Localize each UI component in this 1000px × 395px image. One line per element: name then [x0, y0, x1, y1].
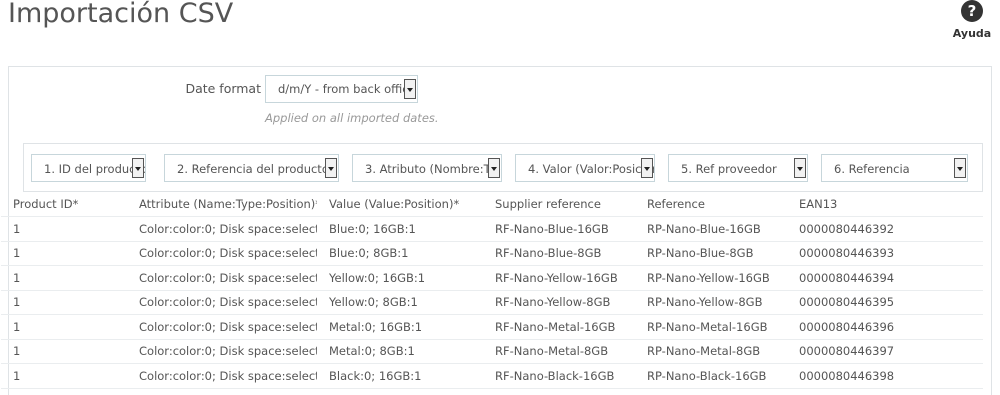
- table-cell: 0000080446394: [787, 265, 983, 291]
- table-cell: RP-Nano-Blue-8GB: [635, 241, 787, 266]
- import-panel: Date format d/m/Y - from back office App…: [1, 66, 992, 395]
- column-select-4[interactable]: 4. Valor (Valor:Posición): [515, 154, 655, 182]
- table-cell: RF-Nano-Blue-16GB: [483, 216, 635, 242]
- table-cell: RP-Nano-Yellow-16GB: [635, 265, 787, 291]
- table-cell: 1: [1, 216, 127, 242]
- column-select-value: 5. Ref proveedor: [681, 162, 777, 176]
- table-cell: Metal:0; 8GB:1: [317, 339, 483, 364]
- table-cell: RP-Nano-Metal-16GB: [635, 314, 787, 340]
- help-button[interactable]: ? Ayuda: [950, 0, 994, 40]
- chevron-down-icon: [132, 158, 144, 178]
- table-cell: 1: [1, 339, 127, 364]
- table-cell: Yellow:0; 16GB:1: [317, 265, 483, 291]
- table-cell: RF-Nano-Yellow-8GB: [483, 290, 635, 315]
- table-cell: 0000080446393: [787, 241, 983, 266]
- table-row: 1 Color:color:0; Disk space:select:1 Blu…: [1, 241, 983, 266]
- table-cell: Metal:0; 16GB:1: [317, 314, 483, 340]
- date-format-row: Date format d/m/Y - from back office App…: [9, 73, 991, 125]
- table-row: 1 Color:color:0; Disk space:select:1 Yel…: [1, 265, 983, 291]
- column-select-3[interactable]: 3. Atributo (Nombre:Tipo:Posición): [352, 154, 502, 182]
- date-format-select[interactable]: d/m/Y - from back office: [265, 75, 418, 103]
- page-title: Importación CSV: [8, 0, 234, 29]
- table-cell: 0000080446397: [787, 339, 983, 364]
- column-select-value: 4. Valor (Valor:Posición): [528, 162, 655, 176]
- table-cell: Color:color:0; Disk space:select:1: [127, 241, 317, 266]
- help-label: Ayuda: [952, 27, 992, 40]
- chevron-down-icon: [954, 158, 966, 178]
- column-select-value: 2. Referencia del producto: [177, 162, 329, 176]
- csv-data-table: Product ID* Attribute (Name:Type:Positio…: [1, 192, 983, 389]
- table-row: 1 Color:color:0; Disk space:select:1 Bla…: [1, 363, 983, 389]
- table-cell: Black:0; 16GB:1: [317, 363, 483, 389]
- column-select-5[interactable]: 5. Ref proveedor: [668, 154, 808, 182]
- table-cell: 1: [1, 241, 127, 266]
- table-cell: 0000080446395: [787, 290, 983, 315]
- table-cell: RF-Nano-Yellow-16GB: [483, 265, 635, 291]
- table-cell: RF-Nano-Metal-8GB: [483, 339, 635, 364]
- column-header: EAN13: [787, 192, 983, 217]
- table-cell: Color:color:0; Disk space:select:1: [127, 265, 317, 291]
- question-circle-icon: ?: [961, 0, 983, 22]
- table-cell: RP-Nano-Yellow-8GB: [635, 290, 787, 315]
- chevron-down-icon: [325, 158, 337, 178]
- column-select-6[interactable]: 6. Referencia: [821, 154, 968, 182]
- table-row: 1 Color:color:0; Disk space:select:1 Yel…: [1, 290, 983, 315]
- table-cell: 1: [1, 265, 127, 291]
- table-cell: 1: [1, 314, 127, 340]
- date-format-label: Date format: [185, 81, 261, 96]
- table-row: 1 Color:color:0; Disk space:select:1 Met…: [1, 314, 983, 340]
- column-header: Product ID*: [1, 192, 127, 217]
- chevron-down-icon: [404, 79, 416, 99]
- column-header: Attribute (Name:Type:Position)*: [127, 192, 317, 217]
- column-select-2[interactable]: 2. Referencia del producto: [164, 154, 339, 182]
- table-cell: RF-Nano-Black-16GB: [483, 363, 635, 389]
- table-cell: 0000080446392: [787, 216, 983, 242]
- table-cell: RP-Nano-Black-16GB: [635, 363, 787, 389]
- column-select-value: 1. ID del producto: [44, 162, 146, 176]
- column-header: Supplier reference: [483, 192, 635, 217]
- table-cell: 1: [1, 290, 127, 315]
- chevron-down-icon: [641, 158, 653, 178]
- date-format-value: d/m/Y - from back office: [278, 82, 416, 96]
- table-cell: RP-Nano-Blue-16GB: [635, 216, 787, 242]
- table-cell: 0000080446396: [787, 314, 983, 340]
- table-header-row: Product ID* Attribute (Name:Type:Positio…: [1, 192, 983, 217]
- column-mapping-bar: 1. ID del producto 2. Referencia del pro…: [23, 143, 983, 192]
- table-cell: 1: [1, 363, 127, 389]
- column-select-value: 6. Referencia: [834, 162, 910, 176]
- table-cell: Color:color:0; Disk space:select:1: [127, 363, 317, 389]
- table-cell: Color:color:0; Disk space:select:1: [127, 290, 317, 315]
- date-format-help: Applied on all imported dates.: [265, 111, 439, 125]
- column-header: Reference: [635, 192, 787, 217]
- table-cell: 0000080446398: [787, 363, 983, 389]
- table-cell: Color:color:0; Disk space:select:1: [127, 216, 317, 242]
- table-cell: RF-Nano-Metal-16GB: [483, 314, 635, 340]
- column-header: Value (Value:Position)*: [317, 192, 483, 217]
- table-cell: Yellow:0; 8GB:1: [317, 290, 483, 315]
- table-cell: Blue:0; 8GB:1: [317, 241, 483, 266]
- table-row: 1 Color:color:0; Disk space:select:1 Blu…: [1, 216, 983, 242]
- table-cell: Color:color:0; Disk space:select:1: [127, 314, 317, 340]
- table-cell: Blue:0; 16GB:1: [317, 216, 483, 242]
- column-select-value: 3. Atributo (Nombre:Tipo:Posición): [365, 162, 501, 176]
- chevron-down-icon: [794, 158, 806, 178]
- column-select-1[interactable]: 1. ID del producto: [31, 154, 146, 182]
- table-cell: RF-Nano-Blue-8GB: [483, 241, 635, 266]
- table-cell: Color:color:0; Disk space:select:1: [127, 339, 317, 364]
- table-row: 1 Color:color:0; Disk space:select:1 Met…: [1, 339, 983, 364]
- chevron-down-icon: [488, 158, 500, 178]
- table-cell: RP-Nano-Metal-8GB: [635, 339, 787, 364]
